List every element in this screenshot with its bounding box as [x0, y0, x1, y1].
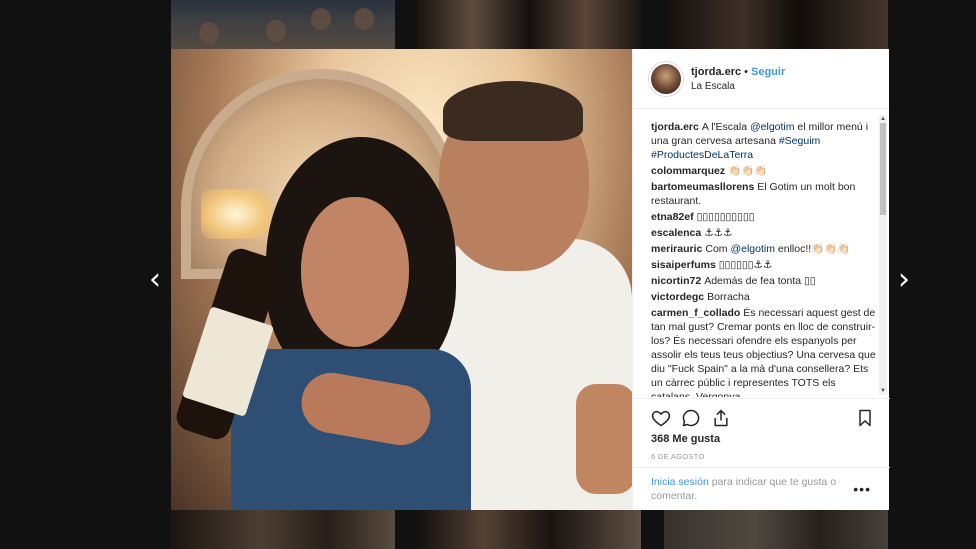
location-link[interactable]: La Escala [691, 81, 785, 92]
post-header: tjorda.erc • Seguir La Escala [633, 49, 889, 109]
post-modal: tjorda.erc • Seguir La Escala tjorda.erc A … [171, 49, 890, 510]
comment-username[interactable]: tjorda.erc [651, 121, 699, 133]
post-side-panel: tjorda.erc • Seguir La Escala tjorda.erc A … [632, 49, 890, 510]
comment-text: ▯▯▯▯▯▯⚓⚓ [718, 259, 773, 271]
comment-username[interactable]: colommarquez [651, 165, 725, 177]
scroll-thumb[interactable] [880, 123, 886, 215]
list-item: merirauric Com @elgotim enlloc!!👏🏻👏🏻👏🏻 [651, 243, 851, 255]
comment-icon[interactable] [681, 408, 701, 428]
list-item: bartomeumasllorens El Gotim un molt bon r… [651, 180, 876, 208]
comment-username[interactable]: escalenca [651, 227, 701, 239]
author-username[interactable]: tjorda.erc [691, 66, 741, 78]
comment-text: 👏🏻👏🏻👏🏻 [728, 165, 768, 177]
list-item: etna82ef ▯▯▯▯▯▯▯▯▯▯ [651, 210, 876, 224]
share-icon[interactable] [711, 408, 731, 428]
list-item: carmen_f_collado És necessari aquest gest… [651, 306, 876, 397]
comment-username[interactable]: sisaiperfums [651, 259, 716, 271]
post-date[interactable]: 6 DE AGOSTO [651, 452, 705, 461]
bookmark-icon[interactable] [855, 408, 875, 428]
chevron-left-icon[interactable]: ‹ [143, 262, 167, 298]
list-item: nicortin72 Además de fea tonta ▯▯ [651, 274, 876, 288]
comment-text: Además de fea tonta ▯▯ [704, 275, 816, 287]
mention-link[interactable]: @elgotim [750, 121, 795, 133]
heart-icon[interactable] [651, 408, 671, 428]
scroll-up-icon[interactable]: ▲ [879, 115, 887, 123]
list-item: colommarquez 👏🏻👏🏻👏🏻 [651, 164, 876, 178]
comment-username[interactable]: merirauric [651, 243, 702, 255]
follow-button[interactable]: Seguir [751, 66, 785, 78]
comments-list[interactable]: tjorda.erc A l'Escala @elgotim el millor … [633, 110, 890, 397]
caption: tjorda.erc A l'Escala @elgotim el millor … [651, 121, 869, 161]
comments-scrollbar[interactable]: ▲ ▼ [879, 115, 887, 395]
action-bar [633, 398, 890, 434]
hashtag-link[interactable]: #ProductesDeLaTerra [651, 149, 753, 161]
comment-text: ▯▯▯▯▯▯▯▯▯▯ [696, 211, 755, 223]
login-prompt: Inicia sesión para indicar que te gusta … [633, 467, 890, 510]
separator-dot: • [744, 65, 748, 78]
comment-text: És necessari aquest gest de tan mal gust… [651, 307, 876, 397]
list-item: escalenca ⚓⚓⚓ [651, 226, 876, 240]
list-item: sisaiperfums ▯▯▯▯▯▯⚓⚓ [651, 258, 876, 272]
post-photo[interactable] [171, 49, 632, 510]
comment-username[interactable]: etna82ef [651, 211, 694, 223]
comment-username[interactable]: bartomeumasllorens [651, 181, 754, 193]
chevron-right-icon[interactable]: › [892, 262, 916, 298]
comment-text: Borracha [707, 291, 750, 303]
mention-link[interactable]: @elgotim [730, 243, 775, 255]
more-options-icon[interactable]: ••• [853, 481, 871, 497]
likes-count[interactable]: 368 Me gusta [651, 433, 720, 445]
avatar[interactable] [649, 61, 683, 96]
list-item: victordegc Borracha [651, 290, 876, 304]
comment-text: ⚓⚓⚓ [704, 227, 733, 239]
login-link[interactable]: Inicia sesión [651, 476, 709, 488]
hashtag-link[interactable]: #Seguim [779, 135, 820, 147]
comment-username[interactable]: victordegc [651, 291, 704, 303]
scroll-down-icon[interactable]: ▼ [879, 387, 887, 395]
comment-username[interactable]: carmen_f_collado [651, 307, 740, 319]
comment-username[interactable]: nicortin72 [651, 275, 701, 287]
